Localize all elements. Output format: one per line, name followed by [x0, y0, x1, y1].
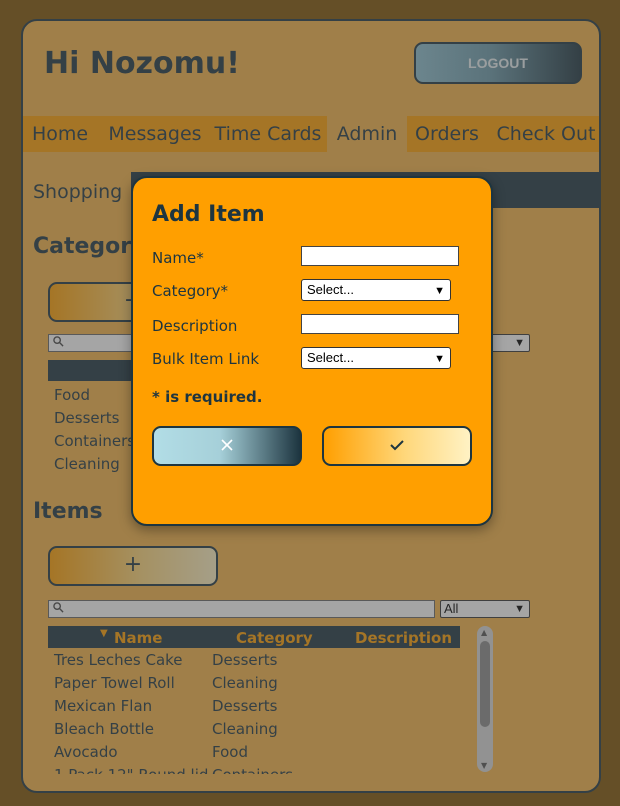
name-input[interactable] [301, 246, 459, 266]
category-label: Category* [152, 282, 229, 300]
close-icon [221, 439, 233, 451]
bulk-link-select[interactable]: Select... ▼ [301, 347, 451, 369]
bulk-link-select-value: Select... [307, 350, 354, 365]
name-label: Name* [152, 249, 204, 267]
confirm-button[interactable] [322, 426, 472, 466]
check-icon [390, 440, 404, 451]
category-select-value: Select... [307, 282, 354, 297]
dialog-title: Add Item [152, 202, 265, 227]
description-input[interactable] [301, 314, 459, 334]
description-label: Description [152, 317, 238, 335]
category-select[interactable]: Select... ▼ [301, 279, 451, 301]
cancel-button[interactable] [152, 426, 302, 466]
chevron-down-icon: ▼ [434, 285, 445, 297]
add-item-dialog: Add Item Name* Category* Select... ▼ Des… [131, 176, 493, 526]
chevron-down-icon: ▼ [434, 353, 445, 365]
bulk-link-label: Bulk Item Link [152, 350, 260, 368]
required-note: * is required. [152, 388, 263, 406]
